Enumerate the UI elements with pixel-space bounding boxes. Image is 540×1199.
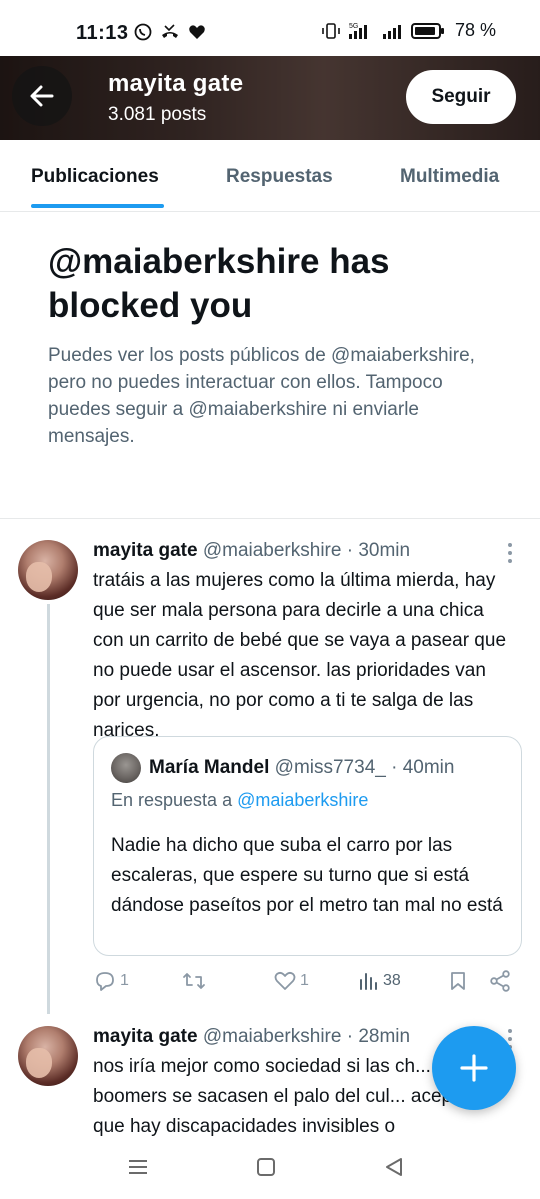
reply-button[interactable]: 1 bbox=[93, 970, 129, 992]
avatar[interactable] bbox=[18, 540, 78, 600]
notification-icons bbox=[134, 23, 206, 41]
post-time: · 30min bbox=[346, 540, 411, 561]
home-square-icon[interactable] bbox=[255, 1156, 277, 1178]
post-header: mayita gate @maiaberkshire · 30min bbox=[93, 540, 410, 562]
views-chart-icon bbox=[360, 973, 377, 990]
bookmark-button[interactable] bbox=[448, 970, 468, 992]
post-actions: 1 1 38 bbox=[93, 970, 523, 998]
plus-icon bbox=[460, 1054, 488, 1082]
author-handle[interactable]: @maiaberkshire bbox=[203, 540, 342, 561]
author-name[interactable]: mayita gate bbox=[93, 540, 198, 561]
avatar[interactable] bbox=[18, 1026, 78, 1086]
compose-post-button[interactable] bbox=[432, 1026, 516, 1110]
reply-to-handle[interactable]: @maiaberkshire bbox=[237, 790, 368, 810]
author-name[interactable]: mayita gate bbox=[93, 1026, 198, 1047]
status-time: 11:13 bbox=[76, 22, 129, 44]
share-icon bbox=[490, 970, 510, 992]
views-button[interactable]: 38 bbox=[358, 970, 401, 992]
system-navigation-bar bbox=[0, 1136, 540, 1199]
heart-outline-icon bbox=[274, 971, 296, 990]
reply-context: En respuesta a @maiaberkshire bbox=[111, 790, 368, 811]
back-triangle-icon[interactable] bbox=[383, 1156, 405, 1178]
quote-avatar bbox=[111, 753, 141, 783]
blocked-description: Puedes ver los posts públicos de @maiabe… bbox=[48, 345, 475, 447]
quoted-post[interactable]: María Mandel @miss7734_ · 40min En respu… bbox=[93, 736, 522, 956]
like-count: 1 bbox=[300, 972, 309, 989]
blocked-title: @maiaberkshire has blocked you bbox=[48, 242, 390, 325]
profile-header: mayita gate 3.081 posts Seguir bbox=[0, 56, 540, 140]
reply-count: 1 bbox=[120, 972, 129, 989]
posts-count: 3.081 posts bbox=[108, 104, 207, 125]
reply-prefix: En respuesta a bbox=[111, 790, 233, 810]
more-options-icon[interactable] bbox=[507, 543, 513, 567]
author-handle[interactable]: @maiaberkshire bbox=[203, 1026, 342, 1047]
quote-header: María Mandel @miss7734_ · 40min bbox=[149, 757, 454, 779]
heart-icon bbox=[189, 25, 205, 39]
status-bar: 11:13 5G 78 % bbox=[0, 0, 540, 56]
reply-icon bbox=[96, 972, 114, 991]
vibrate-icon bbox=[322, 22, 340, 39]
quote-time: · 40min bbox=[391, 757, 455, 778]
divider bbox=[0, 518, 540, 519]
profile-tabs: Publicaciones Respuestas Multimedia bbox=[0, 140, 540, 212]
missed-call-icon bbox=[162, 24, 178, 38]
quote-text: Nadie ha dicho que suba el carro por las… bbox=[111, 835, 503, 916]
svg-text:5G: 5G bbox=[349, 23, 358, 30]
quote-author-handle: @miss7734_ bbox=[274, 757, 386, 778]
follow-button[interactable]: Seguir bbox=[406, 70, 516, 124]
tab-respuestas[interactable]: Respuestas bbox=[226, 166, 333, 188]
profile-name: mayita gate bbox=[108, 70, 244, 97]
like-button[interactable]: 1 bbox=[273, 970, 309, 992]
repost-button[interactable] bbox=[181, 970, 210, 992]
arrow-left-icon bbox=[30, 85, 54, 107]
system-status: 5G 78 % bbox=[321, 20, 496, 41]
signal-icon bbox=[382, 24, 401, 39]
quote-author-name: María Mandel bbox=[149, 757, 270, 778]
repost-icon bbox=[183, 973, 205, 989]
active-tab-indicator bbox=[31, 204, 164, 208]
signal-5g-icon: 5G bbox=[348, 23, 367, 39]
thread-line bbox=[47, 604, 50, 1014]
tab-publicaciones[interactable]: Publicaciones bbox=[31, 166, 159, 188]
post-text: tratáis a las mujeres como la última mie… bbox=[93, 570, 507, 741]
battery-icon bbox=[410, 22, 444, 39]
battery-percentage: 78 % bbox=[454, 20, 496, 40]
menu-icon[interactable] bbox=[127, 1156, 149, 1178]
whatsapp-icon bbox=[134, 23, 152, 41]
bookmark-icon bbox=[451, 972, 465, 990]
share-button[interactable] bbox=[488, 970, 512, 992]
tab-multimedia[interactable]: Multimedia bbox=[400, 166, 499, 188]
post-time: · 28min bbox=[346, 1026, 411, 1047]
back-button[interactable] bbox=[12, 66, 72, 126]
post-header: mayita gate @maiaberkshire · 28min bbox=[93, 1026, 410, 1048]
views-count: 38 bbox=[383, 972, 401, 989]
